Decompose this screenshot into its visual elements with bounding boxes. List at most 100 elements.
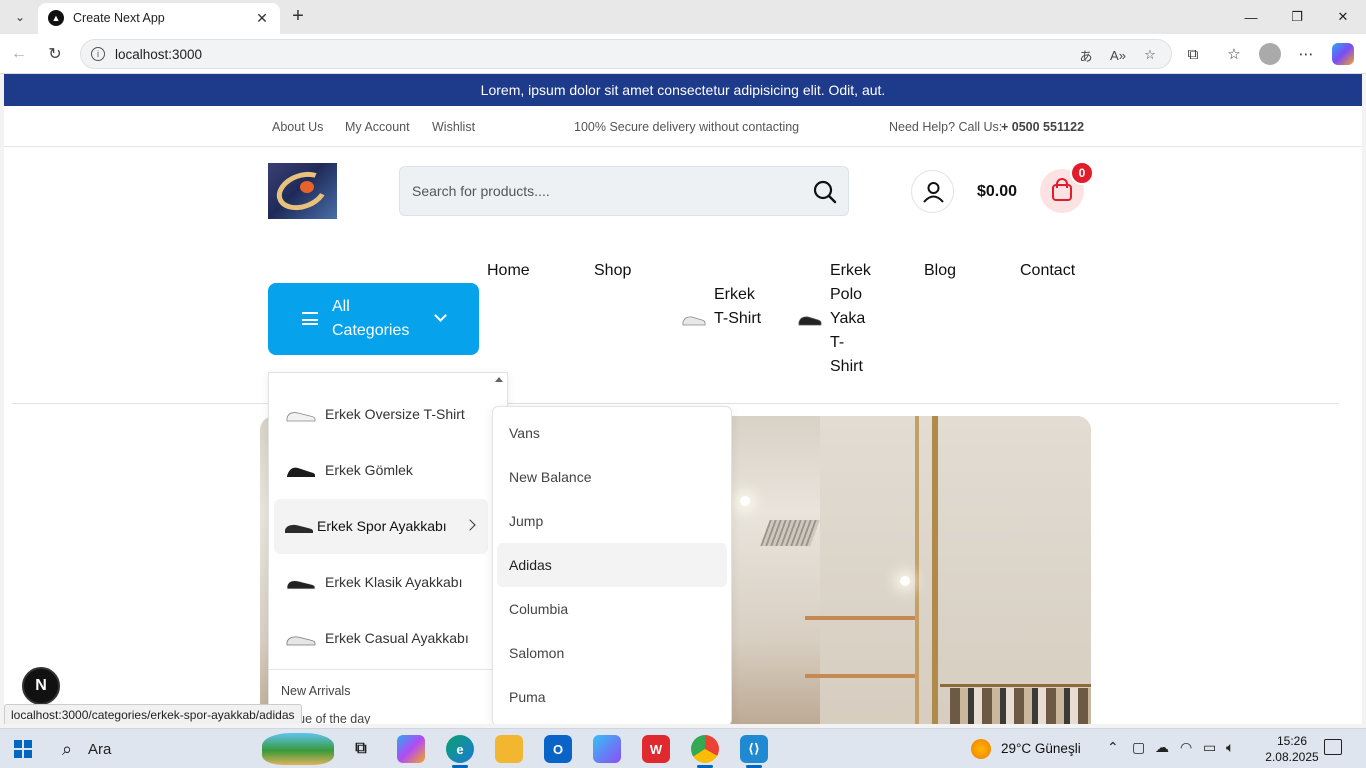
tray-chevron-up-icon[interactable]: ⌃	[1107, 739, 1119, 756]
announcement-bar: Lorem, ipsum dolor sit amet consectetur …	[4, 74, 1362, 106]
battery-icon[interactable]: ▭	[1203, 739, 1216, 756]
wps-office-icon[interactable]: W	[642, 735, 670, 763]
nextjs-dev-indicator[interactable]: N	[22, 667, 60, 705]
subcategory-label: Vans	[509, 425, 540, 441]
hero-shelf	[805, 616, 915, 620]
window-close-icon[interactable]: ✕	[1320, 3, 1366, 31]
new-tab-plus-icon[interactable]: +	[286, 4, 310, 28]
network-cloud-icon[interactable]: ☁	[1155, 739, 1169, 756]
vscode-icon[interactable]: ⟨⟩	[740, 735, 768, 763]
category-item[interactable]: Erkek Casual Ayakkabı	[274, 611, 488, 666]
subcategory-item-hovered[interactable]: Adidas	[497, 543, 727, 587]
file-explorer-icon[interactable]	[495, 735, 523, 763]
search-highlight-art[interactable]	[262, 733, 334, 765]
extensions-icon[interactable]: ⧉	[1182, 44, 1204, 64]
subcategory-label: Adidas	[509, 557, 552, 573]
taskbar-search-icon[interactable]: ⌕	[62, 739, 72, 760]
taskbar-search-label[interactable]: Ara	[88, 741, 111, 758]
nav-contact[interactable]: Contact	[1020, 259, 1075, 283]
hero-vent	[760, 520, 820, 546]
new-arrivals-link[interactable]: New Arrivals	[281, 684, 350, 698]
back-arrow-icon[interactable]: ←	[6, 42, 32, 66]
tab-title: Create Next App	[73, 11, 165, 25]
hero-clothes	[950, 688, 1091, 724]
sneaker-dark-thumb	[285, 524, 313, 533]
nextjs-favicon-icon: ▲	[48, 10, 64, 26]
all-categories-button[interactable]: All Categories	[268, 283, 479, 355]
category-item[interactable]: Erkek Klasik Ayakkabı	[274, 555, 488, 610]
account-button[interactable]	[911, 170, 954, 213]
phone-number[interactable]: + 0500 551122	[1001, 120, 1084, 134]
outlook-icon[interactable]: O	[544, 735, 572, 763]
restore-icon[interactable]: ❐	[1274, 3, 1320, 31]
reload-icon[interactable]: ↻	[42, 42, 68, 66]
sneaker-grey-thumb	[286, 636, 316, 646]
weather-sun-icon[interactable]	[971, 739, 991, 759]
profile-avatar[interactable]	[1259, 43, 1281, 65]
weather-text[interactable]: 29°C Güneşli	[1001, 741, 1081, 756]
user-icon	[923, 182, 944, 203]
copilot-app-icon[interactable]	[397, 735, 425, 763]
page-viewport: Lorem, ipsum dolor sit amet consectetur …	[4, 74, 1362, 724]
category-item[interactable]: Erkek Oversize T-Shirt	[274, 387, 488, 442]
help-text: Need Help? Call Us:	[889, 120, 1003, 134]
browser-tab[interactable]: ▲ Create Next App ✕	[38, 3, 280, 34]
subcategory-item[interactable]: Jump	[497, 499, 727, 543]
read-aloud-icon[interactable]: A»	[1109, 46, 1127, 64]
sneaker-black-white-thumb	[286, 580, 316, 590]
subcategory-item[interactable]: Vans	[497, 411, 727, 455]
nav-shop[interactable]: Shop	[594, 259, 631, 283]
all-categories-label: All Categories	[332, 298, 410, 339]
favorites-icon[interactable]: ☆	[1223, 44, 1245, 64]
subcategory-item[interactable]: Puma	[497, 675, 727, 719]
scroll-up-arrow-icon[interactable]	[495, 377, 503, 382]
search-icon[interactable]	[812, 179, 838, 205]
category-label: Erkek Klasik Ayakkabı	[325, 574, 463, 590]
wifi-icon[interactable]: ◠	[1180, 739, 1192, 756]
search-input[interactable]	[412, 167, 802, 215]
subcategory-item[interactable]: Salomon	[497, 631, 727, 675]
address-bar[interactable]: i localhost:3000 あ A» ☆	[80, 39, 1172, 69]
subcategory-label: Jump	[509, 513, 544, 529]
translate-icon[interactable]: あ	[1077, 46, 1095, 64]
tab-close-icon[interactable]: ✕	[252, 8, 272, 28]
sneaker-white-thumb	[286, 412, 316, 422]
logo-dot	[300, 181, 314, 193]
task-view-icon[interactable]: ⧉	[347, 735, 375, 763]
chrome-icon[interactable]	[691, 735, 719, 763]
copilot-icon[interactable]	[1332, 43, 1354, 65]
delivery-text: 100% Secure delivery without contacting	[574, 120, 800, 134]
nav-erkek-tshirt[interactable]: Erkek T-Shirt	[714, 283, 764, 331]
subcategory-label: New Balance	[509, 469, 592, 485]
subcategory-item[interactable]: New Balance	[497, 455, 727, 499]
product-search	[399, 166, 849, 216]
nav-home[interactable]: Home	[487, 259, 530, 283]
my-account-link[interactable]: My Account	[345, 120, 410, 134]
category-item[interactable]: Erkek Gömlek	[274, 443, 488, 498]
nav-blog[interactable]: Blog	[924, 259, 956, 283]
notifications-icon[interactable]	[1324, 739, 1342, 755]
volume-icon[interactable]: 🔈︎	[1226, 739, 1234, 756]
wishlist-link[interactable]: Wishlist	[432, 120, 475, 134]
category-label: Erkek Gömlek	[325, 462, 413, 478]
more-menu-icon[interactable]: ⋯	[1295, 44, 1317, 64]
cart-total: $0.00	[977, 183, 1018, 200]
site-logo[interactable]	[268, 163, 337, 219]
tab-list-chevron-icon[interactable]: ⌄	[8, 6, 32, 28]
url-text[interactable]: localhost:3000	[115, 47, 202, 62]
edge-browser-icon[interactable]: e	[446, 735, 474, 763]
site-info-icon[interactable]: i	[91, 47, 105, 61]
minimize-icon[interactable]: —	[1228, 3, 1274, 31]
store-app-icon[interactable]	[593, 735, 621, 763]
favorite-star-icon[interactable]: ☆	[1141, 46, 1159, 64]
windows-taskbar: ⌕ Ara ⧉ e O W ⟨⟩ 29°C Güneşli ⌃ ▢ ☁ ◠ ▭ …	[0, 728, 1366, 768]
category-item-active[interactable]: Erkek Spor Ayakkabı	[274, 499, 488, 554]
meet-now-icon[interactable]: ▢	[1132, 739, 1145, 756]
clock[interactable]: 15:26 2.08.2025	[1262, 733, 1322, 765]
chevron-down-icon	[434, 309, 447, 322]
windows-start-icon[interactable]	[14, 740, 32, 758]
nav-erkek-polo[interactable]: Erkek Polo Yaka T-Shirt	[830, 259, 876, 379]
about-us-link[interactable]: About Us	[272, 120, 323, 134]
subcategory-item[interactable]: Columbia	[497, 587, 727, 631]
hero-shelf	[805, 674, 915, 678]
